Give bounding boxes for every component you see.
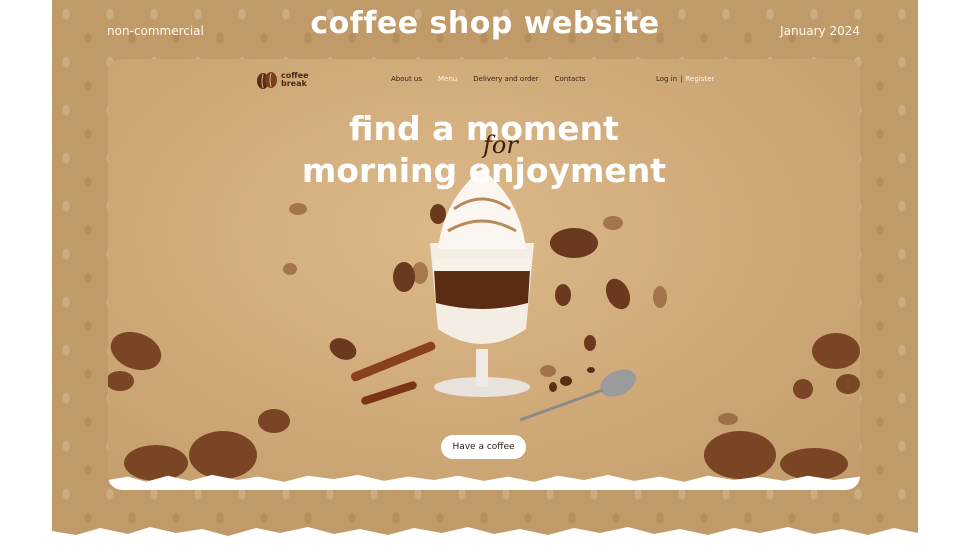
website-mockup: coffee break About us Menu Delivery and … [108,59,860,490]
auth-separator: | [680,75,683,83]
bean [555,284,571,306]
bean-blur [283,263,297,275]
logo-text: coffee break [281,72,315,88]
register-link[interactable]: Register [685,75,714,83]
date-label: January 2024 [780,24,860,38]
bean-blur [718,413,738,425]
logo-line-2: break [281,79,307,88]
bean-blur [289,203,307,215]
hero-heading-line-2: morning enjoyment [301,151,667,190]
bean-cluster [110,331,162,371]
site-header: coffee break About us Menu Delivery and … [108,59,860,99]
nav-contacts[interactable]: Contacts [555,75,586,83]
bean-cluster [836,374,860,394]
logo[interactable]: coffee break [256,70,315,90]
bean [430,204,446,224]
nav-about-us[interactable]: About us [391,75,422,83]
torn-paper-edge [108,474,860,490]
login-link[interactable]: Log in [656,75,677,83]
bean-cluster [258,409,290,433]
presentation-poster: non-commercial coffee shop website Janua… [52,0,918,545]
coffee-bean-logo-icon [257,72,277,89]
have-a-coffee-button[interactable]: Have a coffee [441,435,526,459]
bean [393,262,415,292]
bean-cluster [108,371,134,391]
poster-torn-edge [52,527,918,545]
auth-links: Log in | Register [656,75,714,83]
nav-delivery-and-order[interactable]: Delivery and order [473,75,538,83]
bean [329,338,357,360]
spoon [519,367,636,422]
bean [550,228,598,258]
bean [584,335,596,351]
bean-cluster [812,333,860,369]
bean-cluster [793,379,813,399]
cinnamon-sticks [350,341,436,405]
bean-blur [540,365,556,377]
coffee-glass [430,169,534,397]
nav-menu[interactable]: Menu [438,75,457,83]
bean-blur [603,216,623,230]
bean-blur [653,286,667,308]
bean [605,278,631,310]
main-nav: About us Menu Delivery and order Contact… [391,75,585,83]
